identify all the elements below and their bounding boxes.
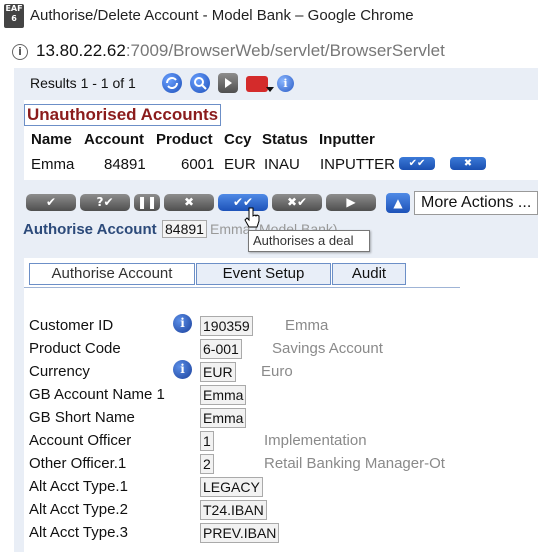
field-label: Other Officer.1 xyxy=(29,455,127,472)
cell-product: 6001 xyxy=(181,156,215,173)
chevron-down-icon[interactable] xyxy=(266,80,274,92)
cell-account: 84891 xyxy=(104,156,146,173)
field-value: LEGACY xyxy=(200,477,263,497)
field-value: T24.IBAN xyxy=(200,500,267,520)
window-title: Authorise/Delete Account - Model Bank – … xyxy=(30,7,414,24)
info-icon[interactable]: i xyxy=(12,44,28,60)
help-validate-button[interactable]: ?✔ xyxy=(80,194,130,211)
header-status: Status xyxy=(262,131,308,148)
results-count: Results 1 - 1 of 1 xyxy=(30,75,136,91)
delete-button[interactable]: ✖ xyxy=(164,194,214,211)
up-arrow-icon[interactable]: ▲ xyxy=(386,193,410,213)
info-icon[interactable]: i xyxy=(173,314,192,333)
validate-button[interactable]: ✔ xyxy=(26,194,76,211)
field-description: Emma xyxy=(285,317,329,334)
field-value: 2 xyxy=(200,454,214,474)
row-authorise-button[interactable]: ✔✔ xyxy=(399,157,435,170)
field-value: 6-001 xyxy=(200,339,242,359)
field-label: Alt Acct Type.1 xyxy=(29,478,128,495)
field-value: 1 xyxy=(200,431,214,451)
tab-event-setup[interactable]: Event Setup xyxy=(196,263,331,285)
cursor-icon xyxy=(244,207,260,234)
cell-ccy: EUR xyxy=(224,156,256,173)
header-product: Product xyxy=(156,131,213,148)
field-label: GB Short Name xyxy=(29,409,135,426)
hold-button[interactable]: ❚❚ xyxy=(134,194,160,211)
row-delete-button[interactable]: ✖ xyxy=(450,157,486,170)
field-label: Customer ID xyxy=(29,317,114,334)
field-value: EUR xyxy=(200,362,236,382)
tab-authorise-account[interactable]: Authorise Account xyxy=(29,263,195,285)
cell-inputter: INPUTTER xyxy=(320,156,395,173)
toolbox-icon[interactable] xyxy=(246,76,268,92)
field-label: Currency xyxy=(29,363,90,380)
next-icon[interactable] xyxy=(218,73,238,93)
url-host: 13.80.22.62 xyxy=(36,41,126,60)
next-button[interactable]: ▶ xyxy=(326,194,376,211)
authorise-button[interactable]: ✔✔ xyxy=(218,194,268,211)
tab-audit[interactable]: Audit xyxy=(332,263,406,285)
url-text[interactable]: 13.80.22.62:7009/BrowserWeb/servlet/Brow… xyxy=(36,41,445,61)
record-label: Authorise Account xyxy=(23,221,157,238)
field-value: 190359 xyxy=(200,316,253,336)
tab-divider xyxy=(24,287,460,288)
field-label: Product Code xyxy=(29,340,121,357)
header-name: Name xyxy=(31,131,72,148)
header-account: Account xyxy=(84,131,144,148)
more-actions-select[interactable]: More Actions ... xyxy=(414,191,538,215)
field-label: Alt Acct Type.3 xyxy=(29,524,128,541)
app-icon: EAF 6 xyxy=(4,4,24,28)
field-description: Retail Banking Manager-Ot xyxy=(264,455,445,472)
field-value: PREV.IBAN xyxy=(200,523,280,543)
app-icon-line2: 6 xyxy=(11,14,17,23)
field-value: Emma xyxy=(200,385,247,405)
app-icon-line1: EAF xyxy=(5,4,23,13)
tooltip: Authorises a deal xyxy=(248,230,370,252)
field-description: Savings Account xyxy=(272,340,383,357)
cell-name: Emma xyxy=(31,156,75,173)
refresh-icon[interactable] xyxy=(162,73,182,93)
record-id: 84891 xyxy=(162,220,207,238)
reverse-button[interactable]: ✖✔ xyxy=(272,194,322,211)
field-label: Alt Acct Type.2 xyxy=(29,501,128,518)
field-label: GB Account Name 1 xyxy=(29,386,165,403)
info-icon[interactable]: i xyxy=(173,360,192,379)
field-description: Implementation xyxy=(264,432,367,449)
header-ccy: Ccy xyxy=(224,131,252,148)
unauthorised-title: Unauthorised Accounts xyxy=(24,104,222,126)
title-bar: EAF 6 Authorise/Delete Account - Model B… xyxy=(0,0,538,32)
field-value: Emma xyxy=(200,408,247,428)
header-inputter: Inputter xyxy=(319,131,375,148)
url-path: :7009/BrowserWeb/servlet/BrowserServlet xyxy=(125,41,445,60)
field-description: Euro xyxy=(261,363,293,380)
search-icon[interactable] xyxy=(190,73,210,93)
cell-status: INAU xyxy=(264,156,300,173)
field-label: Account Officer xyxy=(29,432,132,449)
help-icon[interactable]: i xyxy=(277,75,294,92)
